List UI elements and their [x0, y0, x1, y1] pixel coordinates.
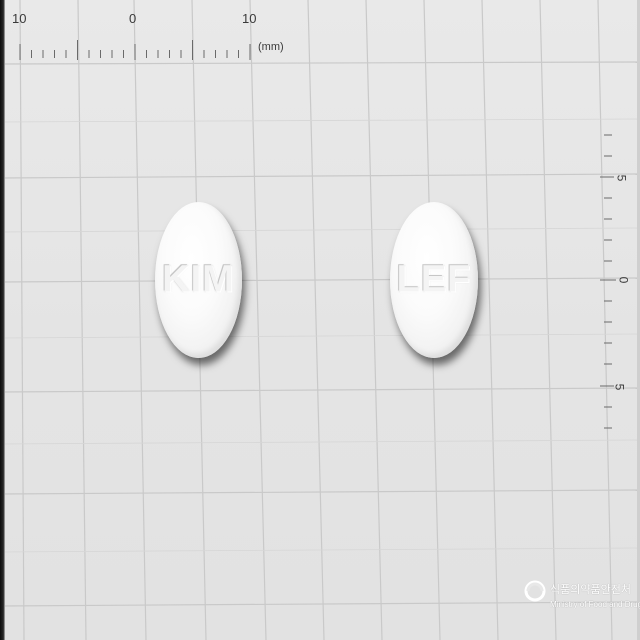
- ruler-label-upper-5: 5: [614, 174, 629, 182]
- ruler-label-vertical-zero: 0: [616, 276, 631, 284]
- agency-name-korean: 식품의약품안전처: [550, 583, 631, 596]
- ruler-unit-label: (mm): [258, 41, 284, 53]
- ruler-label-left-10: 10: [12, 11, 27, 26]
- pill-front-kim: KIM: [155, 202, 242, 358]
- pill-photo: 10 0 10 (mm) 5 0 5 KIM LEF 식품의약품안전처 Mini…: [0, 0, 640, 640]
- ruler-label-right-10: 10: [242, 11, 257, 26]
- ruler-label-lower-5: 5: [612, 383, 627, 391]
- photo-edge-left: [0, 0, 5, 640]
- pill-imprint-kim: KIM: [162, 258, 235, 301]
- pill-back-lef: LEF: [390, 202, 478, 358]
- measurement-grid: [0, 0, 640, 640]
- pill-imprint-lef: LEF: [396, 258, 472, 301]
- agency-name-english: Ministry of Food and Drug Safety: [550, 600, 640, 609]
- agency-logo-icon: [524, 580, 546, 602]
- ruler-label-zero: 0: [129, 11, 137, 26]
